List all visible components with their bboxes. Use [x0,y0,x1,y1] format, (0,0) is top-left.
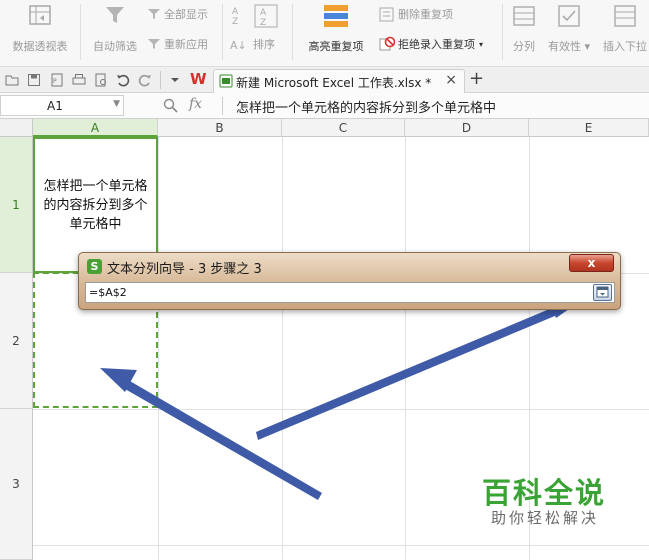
wps-spreadsheet-logo-icon: S [87,259,102,274]
destination-reference-input[interactable]: =$A$2 [85,282,615,303]
dialog-close-button[interactable]: x [569,254,614,272]
watermark-title: 百科全说 [482,476,607,510]
expand-dialog-icon [596,286,609,298]
expand-dialog-button[interactable] [593,284,612,301]
arrow-to-collapse-button [256,305,562,440]
arrow-to-cell-a2 [118,377,322,500]
dialog-title: 文本分列向导 - 3 步骤之 3 [107,262,262,277]
watermark-subtitle: 助你轻松解决 [491,509,600,527]
text-to-columns-dialog[interactable]: S 文本分列向导 - 3 步骤之 3 x =$A$2 [78,252,621,310]
